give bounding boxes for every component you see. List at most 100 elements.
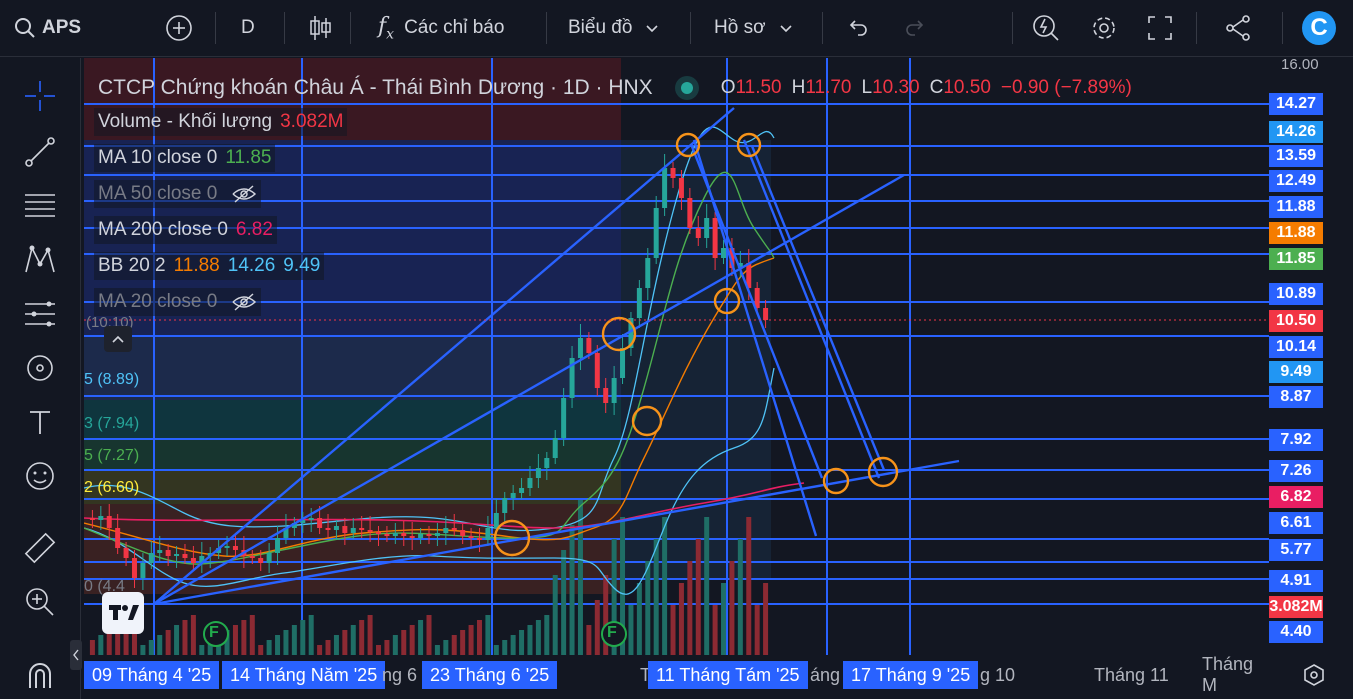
collapse-legend-button[interactable] [104,326,132,352]
profile-button[interactable]: Hồ sơ [714,0,794,56]
price-label: 11.85 [1269,248,1323,270]
chart-pane[interactable]: F F (10.10) 5 (8.89) 3 (7.94) 5 (7.27) 2… [84,58,1269,655]
candle-body [695,228,701,238]
magnet-tool[interactable] [20,656,60,696]
collapse-toolbar-button[interactable] [70,640,82,670]
text-tool[interactable] [20,402,60,442]
ma20-legend-label: MA 20 close 0 [98,291,218,312]
zoom-tool[interactable] [20,582,60,622]
price-label: 8.87 [1269,386,1323,408]
candle-body [106,516,112,528]
volume-bar [687,561,693,655]
toolbar-divider [284,12,285,44]
candle-body [131,558,137,578]
fullscreen-button[interactable] [1147,0,1173,56]
symbol-legend[interactable]: CTCP Chứng khoán Châu Á - Thái Bình Dươn… [94,74,1136,102]
time-label: g 10 [980,664,1016,685]
candle-body [418,534,424,538]
earnings-marker-label[interactable]: F [607,624,617,642]
chevron-left-icon [73,649,79,661]
measure-tool[interactable] [20,528,60,568]
volume-bar [434,645,440,655]
bb-legend[interactable]: BB 20 2 11.88 14.26 9.49 [94,252,325,280]
toolbar-divider [690,12,691,44]
shape-tool[interactable] [20,348,60,388]
candle-body [620,348,626,378]
candle-body [544,458,550,468]
toolbar-divider [350,12,351,44]
volume-bar [174,625,180,655]
fib-level-label: 0 (4.4 [84,578,125,595]
volume-bar [367,615,373,655]
indicators-button[interactable]: fx Các chỉ báo [378,0,504,56]
chart-layout-button[interactable]: Biểu đồ [568,0,660,56]
bb-lower-value: 9.49 [283,255,321,276]
volume-bar [519,630,525,655]
chart-type-button[interactable] [308,0,332,56]
interval-button[interactable]: D [241,0,255,56]
redo-icon [906,20,924,36]
crosshair-tool[interactable] [20,76,60,116]
price-axis[interactable]: 16.00 14.27 14.26 13.59 12.49 11.88 11.88 11.8… [1269,56,1353,699]
earnings-marker-label[interactable]: F [209,624,219,642]
forecast-tool[interactable] [20,294,60,334]
quick-search-button[interactable] [1031,0,1061,56]
undo-button[interactable] [846,0,870,56]
circle-brush-icon [27,355,53,381]
volume-bar [552,575,558,655]
volume-bar [502,640,508,655]
price-label: 7.26 [1269,460,1323,482]
volume-bar [325,640,331,655]
volume-bar [165,630,171,655]
undo-icon [849,20,867,36]
brand-logo[interactable]: C [1302,0,1336,56]
volume-bar [333,635,339,655]
fx-icon: fx [378,13,395,43]
emoji-tool[interactable] [20,456,60,496]
volume-legend[interactable]: Volume - Khối lượng 3.082M [94,108,348,136]
chevron-down-icon [779,25,792,33]
candle-body [190,558,196,563]
price-label: 10.50 [1269,310,1323,332]
gear-icon [1304,664,1324,686]
fib-tool[interactable] [20,186,60,226]
trendline-tool[interactable] [20,132,60,172]
ma10-legend-value: 11.85 [225,147,272,168]
candle-body [636,288,642,318]
volume-bar [737,539,743,655]
volume-bar [317,645,323,655]
ma10-legend[interactable]: MA 10 close 0 11.85 [94,144,276,172]
eye-hidden-icon[interactable] [231,292,257,312]
candle-body [232,546,238,550]
redo-button[interactable] [903,0,927,56]
ma20-legend[interactable]: MA 20 close 0 [94,288,262,316]
logo-letter: C [1310,14,1328,41]
candle-body [224,546,230,548]
axis-settings-button[interactable] [1299,660,1329,690]
ma50-legend[interactable]: MA 50 close 0 [94,180,262,208]
candle-body [687,198,693,228]
volume-bar [746,517,752,655]
candle-body [678,178,684,198]
volume-bar [266,640,272,655]
compare-button[interactable] [164,0,194,56]
interval-label: D [241,17,255,38]
pattern-tool[interactable] [20,240,60,280]
volume-bar [342,630,348,655]
share-button[interactable] [1223,0,1253,56]
volume-bar [275,635,281,655]
settings-button[interactable] [1089,0,1119,56]
symbol-search-button[interactable]: APS [14,0,81,56]
candle-body [182,554,188,558]
time-axis[interactable]: 09 Tháng 4 '25 14 Tháng Năm '25 ng 6 23 … [84,654,1269,699]
price-label: 5.77 [1269,539,1323,561]
volume-bar [493,645,499,655]
price-label: 14.26 [1269,121,1323,143]
candle-body [384,534,390,536]
volume-bar [476,620,482,655]
volume-bar [712,605,718,655]
ma200-legend[interactable]: MA 200 close 0 6.82 [94,216,277,244]
eye-hidden-icon[interactable] [231,184,257,204]
volume-bar [754,605,760,655]
candle-body [98,516,104,520]
